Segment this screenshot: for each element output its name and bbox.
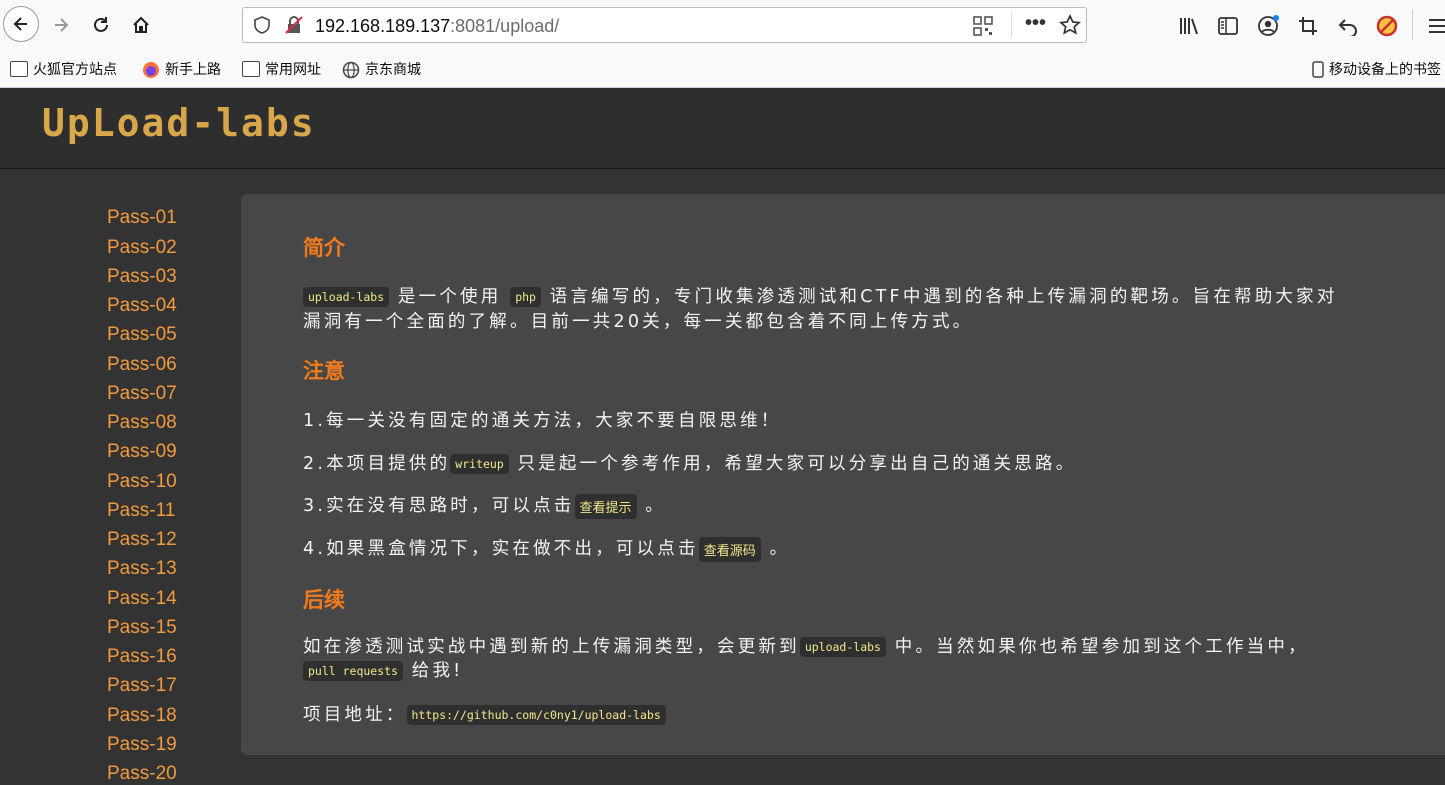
folder-icon [10,61,28,77]
url-bar[interactable]: 192.168.189.137:8081/upload/ ••• [242,7,1087,43]
inline-code: upload-labs [303,287,390,307]
sidebar-item-pass-01[interactable]: Pass-01 [107,207,177,229]
note-text: 只是起一个参考作用，希望大家可以分享出自己的通关思路。 [517,454,1077,474]
bookmark-firefox-official[interactable]: 火狐官方站点 [10,58,117,80]
reload-button[interactable] [84,8,118,42]
project-address: 项目地址： https://github.com/c0ny1/upload-lab… [303,701,666,726]
bookmark-jd-mall[interactable]: 京东商城 [342,58,421,80]
mobile-device-icon [1312,61,1324,78]
sidebar: Pass-01 Pass-02 Pass-03 Pass-04 Pass-05 … [0,169,238,784]
bookmark-common-sites[interactable]: 常用网址 [242,58,321,80]
url-divider [1011,12,1012,38]
note-text: 。 [769,539,791,559]
bookmark-label: 火狐官方站点 [33,62,117,78]
sidebar-item-pass-15[interactable]: Pass-15 [107,617,177,639]
inline-code: writeup [450,454,509,474]
insecure-lock-icon[interactable] [285,16,303,39]
site-logo[interactable]: UpLoad-labs [42,101,316,145]
note-item-4: 4.如果黑盒情况下，实在做不出，可以点击 查看源码 。 [303,535,790,562]
note-item-3: 3.实在没有思路时，可以点击 查看提示 。 [303,492,666,519]
undo-icon[interactable] [1335,13,1361,39]
blocker-extension-icon[interactable] [1374,13,1400,39]
info-icon[interactable] [253,16,271,39]
sidebar-item-pass-11[interactable]: Pass-11 [107,500,175,522]
inline-code: pull requests [303,661,404,681]
sidebar-item-pass-17[interactable]: Pass-17 [107,675,177,697]
note-text: 4.如果黑盒情况下，实在做不出，可以点击 [303,539,699,559]
folder-icon [242,61,260,77]
project-url-link[interactable]: https://github.com/c0ny1/upload-labs [406,705,666,725]
intro-paragraph-line2: 漏洞有一个全面的了解。目前一共20关，每一关都包含着不同上传方式。 [303,312,974,332]
firefox-icon [142,61,160,78]
home-icon [133,16,149,33]
follow-text: 如在渗透测试实战中遇到新的上传漏洞类型，会更新到 [303,637,800,657]
globe-icon [342,61,360,79]
bookmark-label: 新手上路 [165,62,221,78]
sidebar-item-pass-05[interactable]: Pass-05 [107,324,177,346]
arrow-left-icon [13,17,27,31]
note-text: 3.实在没有思路时，可以点击 [303,496,575,516]
back-button[interactable] [3,6,39,42]
sidebar-item-pass-16[interactable]: Pass-16 [107,646,177,668]
sidebar-item-pass-09[interactable]: Pass-09 [107,441,177,463]
bookmark-label: 常用网址 [265,62,321,78]
note-text: 。 [645,496,666,516]
qr-code-icon[interactable] [973,16,993,41]
sidebar-item-pass-06[interactable]: Pass-06 [107,354,177,376]
sidebar-item-pass-08[interactable]: Pass-08 [107,412,177,434]
sidebar-item-pass-12[interactable]: Pass-12 [107,529,177,551]
show-source-link[interactable]: 查看源码 [698,536,761,562]
browser-toolbar: 192.168.189.137:8081/upload/ ••• [0,0,1445,52]
arrow-right-icon [55,18,69,32]
url-host: 192.168.189.137 [315,16,451,36]
sidebar-item-pass-10[interactable]: Pass-10 [107,471,177,493]
note-item-1: 1.每一关没有固定的通关方法，大家不要自限思维！ [303,411,782,431]
url-path: :8081/upload/ [450,16,560,36]
reload-icon [94,17,108,32]
follow-up-paragraph-line1: 如在渗透测试实战中遇到新的上传漏洞类型，会更新到 upload-labs 中。当然… [303,633,1309,658]
intro-text: 是一个使用 [397,287,502,307]
note-item-2: 2.本项目提供的 writeup 只是起一个参考作用，希望大家可以分享出自己的通关… [303,450,1076,475]
toolbar-divider [1412,10,1413,40]
sidebar-item-pass-13[interactable]: Pass-13 [107,558,177,580]
bookmark-getting-started[interactable]: 新手上路 [142,58,221,80]
sidebar-item-pass-02[interactable]: Pass-02 [107,237,177,259]
sidebar-item-pass-04[interactable]: Pass-04 [107,295,177,317]
page-actions-menu-icon[interactable]: ••• [1025,12,1046,35]
sidebar-item-pass-07[interactable]: Pass-07 [107,383,177,405]
forward-button[interactable] [44,8,78,42]
project-address-label: 项目地址： [303,705,407,725]
sidebar-item-pass-19[interactable]: Pass-19 [107,734,177,756]
follow-up-heading: 后续 [303,589,345,612]
sidebar-item-pass-14[interactable]: Pass-14 [107,588,177,610]
home-button[interactable] [124,8,158,42]
inline-code: php [510,287,541,307]
sidebar-toggle-icon[interactable] [1215,13,1241,39]
url-text[interactable]: 192.168.189.137:8081/upload/ [315,16,559,37]
sidebar-item-pass-20[interactable]: Pass-20 [107,763,177,785]
follow-text: 给我! [411,661,464,681]
bookmark-label: 京东商城 [365,62,421,78]
sidebar-item-pass-03[interactable]: Pass-03 [107,266,177,288]
library-icon[interactable] [1176,13,1202,39]
screenshot-icon[interactable] [1295,13,1321,39]
account-icon[interactable] [1255,13,1281,39]
main-content-panel: 简介 upload-labs 是一个使用 php 语言编写的，专门收集渗透测试和… [241,194,1445,755]
note-text: 2.本项目提供的 [303,454,451,474]
inline-code: upload-labs [799,637,886,657]
follow-up-paragraph-line2: pull requests 给我! [303,657,463,682]
intro-paragraph-line1: upload-labs 是一个使用 php 语言编写的，专门收集渗透测试和CTF… [303,283,1338,308]
intro-heading: 简介 [303,237,345,260]
note-heading: 注意 [303,360,345,383]
menu-icon[interactable] [1424,13,1445,39]
mobile-bookmarks[interactable]: 移动设备上的书签 [1312,58,1441,80]
follow-text: 中。当然如果你也希望参加到这个工作当中， [894,637,1309,657]
intro-text: 语言编写的，专门收集渗透测试和CTF中遇到的各种上传漏洞的靶场。旨在帮助大家对 [549,287,1338,307]
show-hint-link[interactable]: 查看提示 [574,493,637,519]
bookmark-star-icon[interactable] [1058,13,1082,41]
sidebar-item-pass-18[interactable]: Pass-18 [107,705,177,727]
bookmark-label: 移动设备上的书签 [1329,62,1441,78]
